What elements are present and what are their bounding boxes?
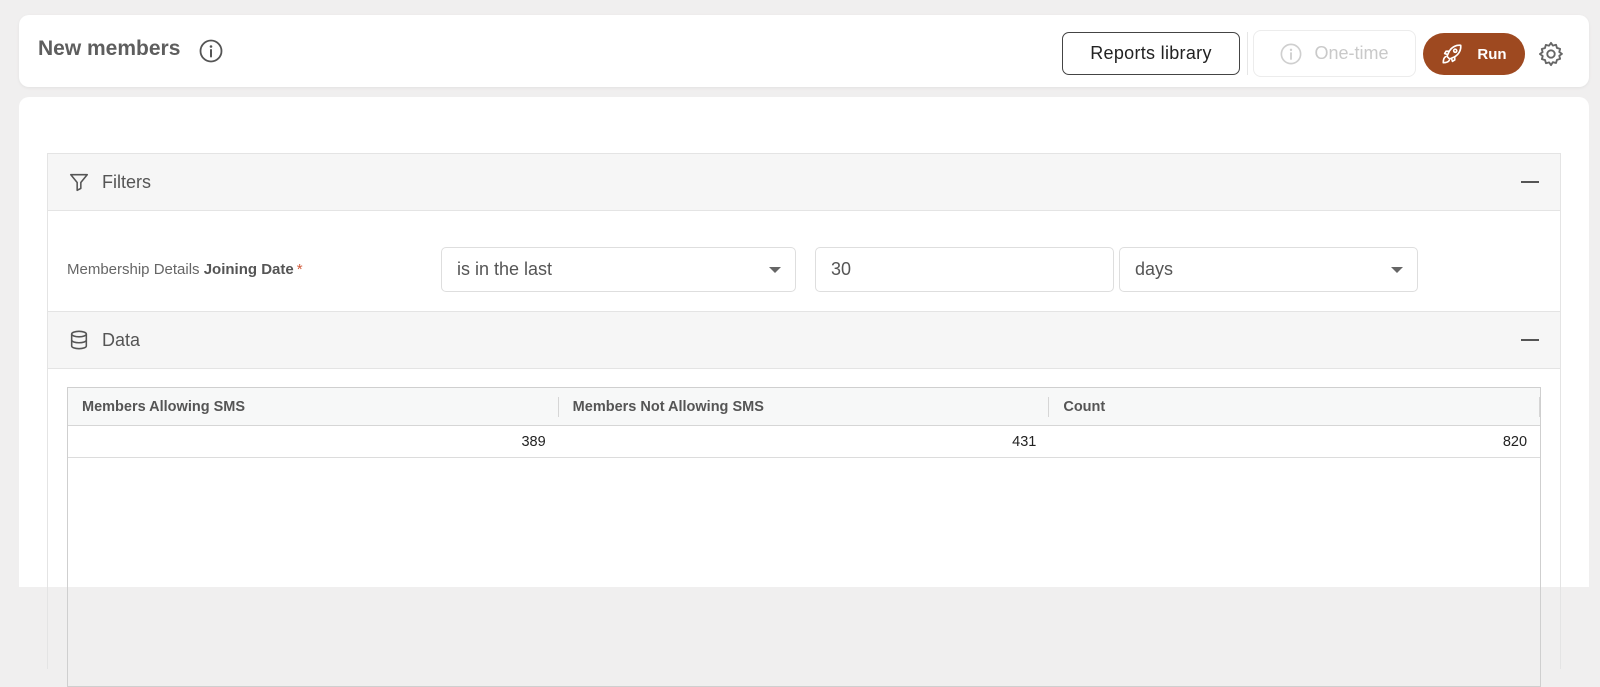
page-title: New members [38,37,181,60]
unit-value: days [1135,259,1174,279]
column-header-allowing-sms[interactable]: Members Allowing SMS [68,388,559,425]
data-header[interactable]: Data [47,311,1561,369]
operator-value: is in the last [457,259,553,279]
report-body: Filters Membership Details Joining Date *… [19,97,1589,687]
cell-not-allowing-sms: 431 [1012,433,1037,450]
data-section: Data Members Allowing SMS Members Not Al… [47,311,1561,687]
info-icon[interactable] [199,39,223,63]
database-icon [70,330,88,350]
minus-icon[interactable] [1521,181,1539,183]
cell-count: 820 [1502,433,1528,450]
unit-select[interactable]: days [1119,247,1418,292]
value-input[interactable]: 30 [815,247,1114,292]
value-text: 30 [831,259,852,279]
minus-icon[interactable] [1521,339,1539,341]
table-header: Members Allowing SMS Members Not Allowin… [68,388,1540,426]
caret-down-icon [769,267,781,273]
filter-field-prefix: Membership Details [67,261,200,278]
data-panel: Members Allowing SMS Members Not Allowin… [47,369,1561,687]
cell-allowing-sms: 389 [521,433,546,450]
column-header-not-allowing-sms[interactable]: Members Not Allowing SMS [559,388,1050,425]
run-label: Run [1477,45,1507,63]
toolbar-divider [1247,32,1248,75]
run-button[interactable]: Run [1423,33,1525,75]
operator-select[interactable]: is in the last [441,247,796,292]
reports-library-label: Reports library [1090,43,1212,63]
table-row[interactable]: 389 431 820 [68,426,1540,458]
results-table: Members Allowing SMS Members Not Allowin… [67,387,1541,687]
reports-library-button[interactable]: Reports library [1062,32,1240,75]
required-marker: * [296,261,303,278]
filters-section: Filters Membership Details Joining Date *… [47,153,1561,312]
column-header-count[interactable]: Count [1049,388,1540,425]
rocket-icon [1442,44,1463,64]
report-header: New members Reports library One-time Run [19,15,1589,87]
one-time-button[interactable]: One-time [1253,30,1416,77]
filters-title: Filters [102,171,151,192]
gear-icon[interactable] [1537,40,1565,68]
filter-icon [69,173,89,192]
filter-row: Membership Details Joining Date * is in t… [47,211,1561,312]
info-icon [1281,43,1302,64]
data-title: Data [102,329,141,350]
one-time-label: One-time [1314,43,1389,63]
filters-header[interactable]: Filters [47,153,1561,211]
filter-field-name: Joining Date [203,261,294,278]
caret-down-icon [1391,267,1403,273]
filter-field-label: Membership Details Joining Date * [67,261,303,278]
